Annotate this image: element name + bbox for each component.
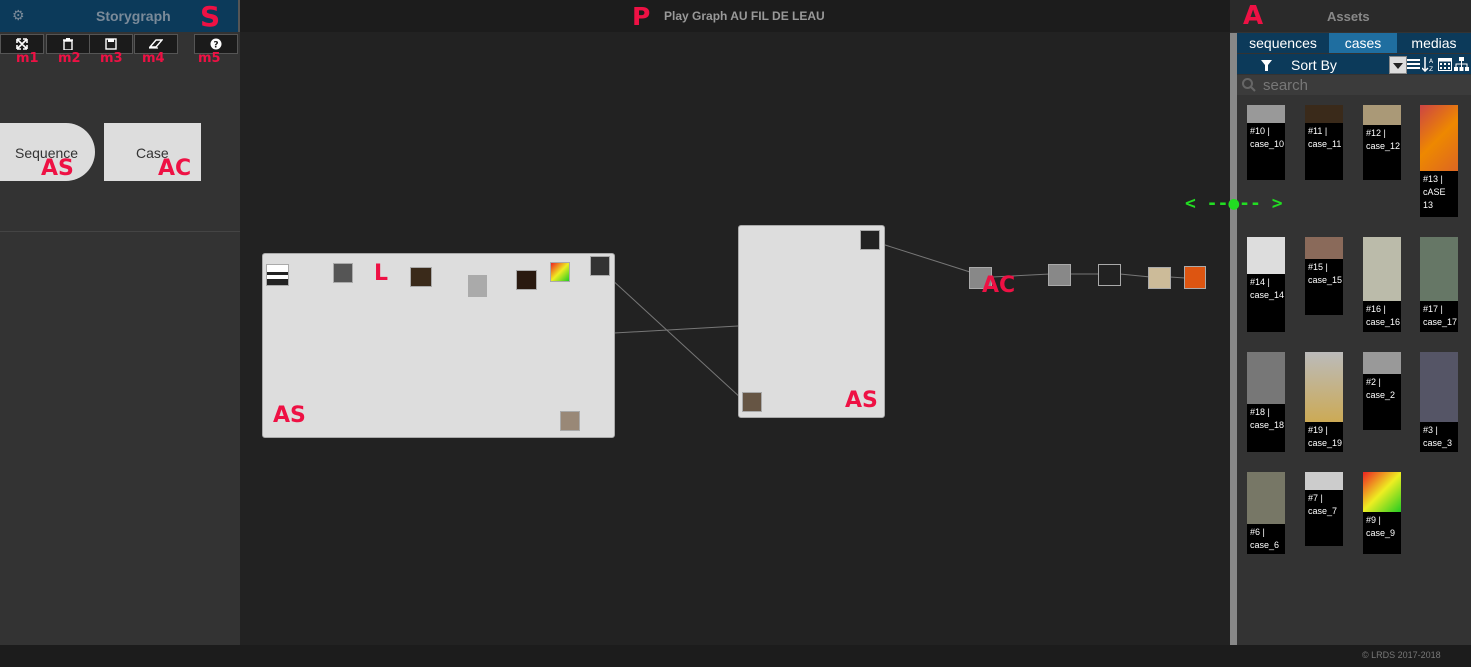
case-card[interactable]: #6 | case_6 [1247,472,1285,554]
case-card-image [1247,472,1285,524]
case-thumbnail[interactable] [468,275,487,297]
dropdown-icon [1393,63,1403,69]
case-card-caption: #16 | case_16 [1366,304,1401,327]
annotation-as: AS [273,403,306,428]
case-card[interactable]: #13 | cASE 13 [1420,105,1458,217]
case-card-image [1363,472,1401,512]
edge [613,325,739,334]
case-card[interactable]: #15 | case_15 [1305,237,1343,315]
case-card-caption: #3 | case_3 [1423,425,1453,448]
assets-title: Assets [1327,9,1370,24]
case-card-image [1363,237,1401,301]
sort-by-label[interactable]: Sort By [1291,57,1337,73]
list-icon[interactable] [1407,58,1420,70]
case-card-caption: #18 | case_18 [1250,407,1285,430]
case-card-caption: #9 | case_9 [1366,515,1396,538]
hierarchy-icon[interactable] [1454,57,1469,71]
case-card-caption: #12 | case_12 [1366,128,1401,151]
case-thumbnail[interactable] [1048,264,1071,286]
case-thumbnail[interactable] [1148,267,1171,289]
case-card-image [1363,352,1401,374]
graph-edges [287,243,1186,400]
case-thumbnail[interactable] [550,262,570,282]
tab-medias[interactable]: medias [1397,33,1471,53]
case-thumbnail[interactable] [860,230,880,250]
case-thumbnail[interactable] [516,270,537,290]
svg-text:A: A [1429,58,1434,65]
copyright-text: © LRDS 2017-2018 [1362,650,1441,660]
sort-dropdown[interactable] [1389,56,1407,74]
case-card-image [1363,105,1401,125]
case-card[interactable]: #9 | case_9 [1363,472,1401,554]
edge [881,243,971,273]
case-card-caption: #14 | case_14 [1250,277,1285,300]
case-card-caption: #11 | case_11 [1308,126,1342,149]
case-card-image [1305,472,1343,490]
case-thumbnail[interactable] [1184,266,1206,289]
tab-sequences[interactable]: sequences [1237,33,1329,53]
case-card[interactable]: #17 | case_17 [1420,237,1458,332]
panel-resize-divider[interactable] [1230,33,1237,645]
case-card[interactable]: #3 | case_3 [1420,352,1458,452]
search-input[interactable] [1263,76,1453,94]
footer [0,645,1471,667]
case-card[interactable]: #19 | case_19 [1305,352,1343,452]
case-card[interactable]: #2 | case_2 [1363,352,1401,430]
annotation-as: AS [845,388,878,413]
case-card-caption: #13 | cASE 13 [1423,174,1446,210]
edge [1169,276,1186,279]
case-card[interactable]: #16 | case_16 [1363,237,1401,332]
case-thumbnail[interactable] [266,264,289,286]
annotation-a: A [1243,1,1264,31]
case-card-caption: #15 | case_15 [1308,262,1343,285]
case-card[interactable]: #14 | case_14 [1247,237,1285,332]
case-card-image [1305,237,1343,259]
case-card-caption: #17 | case_17 [1423,304,1458,327]
annotation-l: L [374,261,389,286]
case-card[interactable]: #10 | case_10 [1247,105,1285,180]
svg-text:Z: Z [1429,66,1433,72]
case-card[interactable]: #12 | case_12 [1363,105,1401,180]
case-card[interactable]: #7 | case_7 [1305,472,1343,546]
case-card-image [1247,105,1285,123]
case-card-caption: #7 | case_7 [1308,493,1338,516]
case-thumbnail[interactable] [560,411,580,431]
sort-bar [1237,54,1471,74]
case-card[interactable]: #11 | case_11 [1305,105,1343,180]
case-card-caption: #6 | case_6 [1250,527,1280,550]
case-card-image [1420,352,1458,422]
case-thumbnail[interactable] [1098,264,1121,286]
case-thumbnail[interactable] [742,392,762,412]
case-card-image [1420,237,1458,301]
case-card-caption: #10 | case_10 [1250,126,1285,149]
case-thumbnail[interactable] [590,256,610,276]
case-card-image [1420,105,1458,171]
annotation-ac: AC [982,273,1016,298]
edge [1119,273,1151,278]
case-card-caption: #19 | case_19 [1308,425,1343,448]
filter-icon[interactable] [1261,60,1272,71]
case-thumbnail[interactable] [333,263,353,283]
case-card[interactable]: #18 | case_18 [1247,352,1285,452]
case-thumbnail[interactable] [410,267,432,287]
case-card-image [1305,352,1343,422]
edge [609,277,743,400]
case-card-image [1247,352,1285,404]
case-card-image [1247,237,1285,274]
tab-cases[interactable]: cases [1329,33,1397,53]
calendar-icon[interactable] [1438,57,1452,71]
search-icon [1242,78,1256,92]
annotation-resize-handle: < --●-- > [1185,193,1283,214]
sort-az-icon[interactable]: AZ [1422,56,1435,72]
case-card-image [1305,105,1343,123]
case-card-caption: #2 | case_2 [1366,377,1396,400]
